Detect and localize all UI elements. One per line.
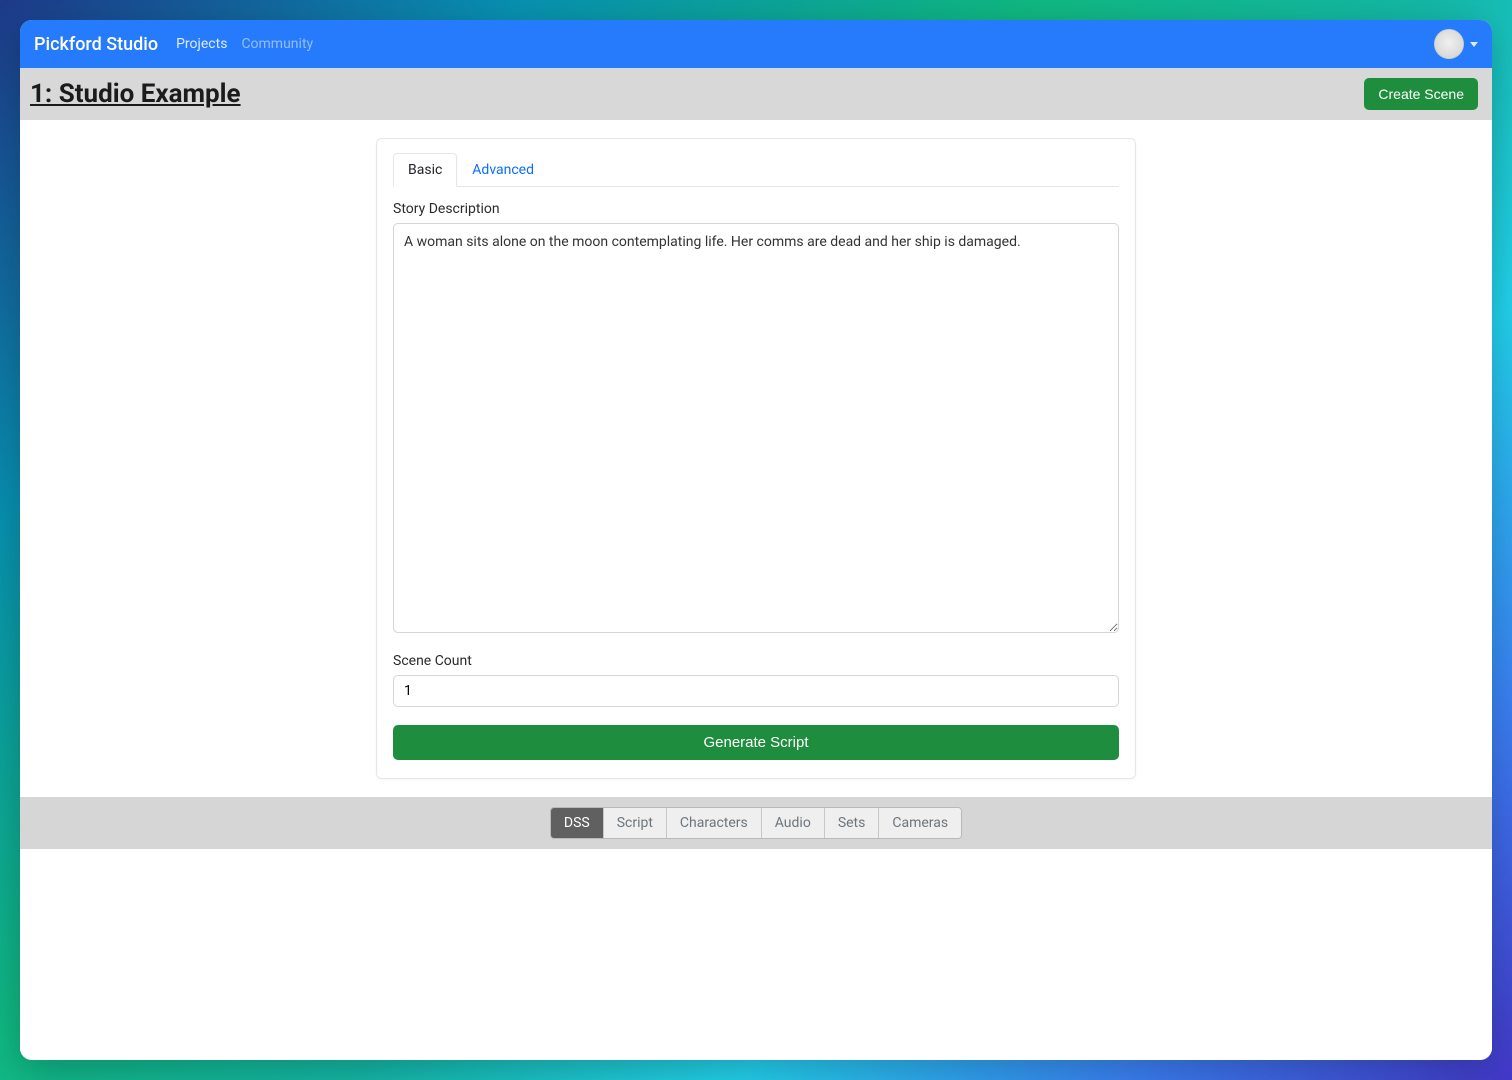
bottom-tab-audio[interactable]: Audio — [762, 808, 825, 838]
brand-title: Pickford Studio — [34, 34, 158, 55]
bottom-tab-script[interactable]: Script — [604, 808, 667, 838]
story-card: Basic Advanced Story Description Scene C… — [376, 138, 1136, 779]
scene-count-label: Scene Count — [393, 653, 1119, 669]
bottom-tab-cameras[interactable]: Cameras — [879, 808, 961, 838]
avatar[interactable] — [1434, 29, 1464, 59]
bottom-bar: DSS Script Characters Audio Sets Cameras — [20, 797, 1492, 849]
app-shell: Pickford Studio Projects Community 1: St… — [20, 20, 1492, 1060]
bottom-tabs: DSS Script Characters Audio Sets Cameras — [550, 807, 962, 839]
create-scene-button[interactable]: Create Scene — [1364, 78, 1478, 110]
nav-right — [1434, 29, 1478, 59]
topnav: Pickford Studio Projects Community — [20, 20, 1492, 68]
subheader: 1: Studio Example Create Scene — [20, 68, 1492, 120]
page-title: 1: Studio Example — [30, 79, 241, 109]
generate-script-button[interactable]: Generate Script — [393, 725, 1119, 760]
nav-link-community[interactable]: Community — [241, 36, 313, 52]
card-tabs: Basic Advanced — [393, 153, 1119, 187]
bottom-tab-characters[interactable]: Characters — [667, 808, 762, 838]
story-description-label: Story Description — [393, 201, 1119, 217]
chevron-down-icon[interactable] — [1470, 42, 1478, 47]
nav-link-projects[interactable]: Projects — [176, 36, 227, 52]
tab-advanced[interactable]: Advanced — [457, 153, 549, 187]
bottom-tab-dss[interactable]: DSS — [551, 808, 604, 838]
scene-count-input[interactable] — [393, 675, 1119, 707]
main-area: Basic Advanced Story Description Scene C… — [20, 120, 1492, 1060]
tab-basic[interactable]: Basic — [393, 153, 457, 187]
bottom-tab-sets[interactable]: Sets — [825, 808, 880, 838]
story-description-input[interactable] — [393, 223, 1119, 633]
